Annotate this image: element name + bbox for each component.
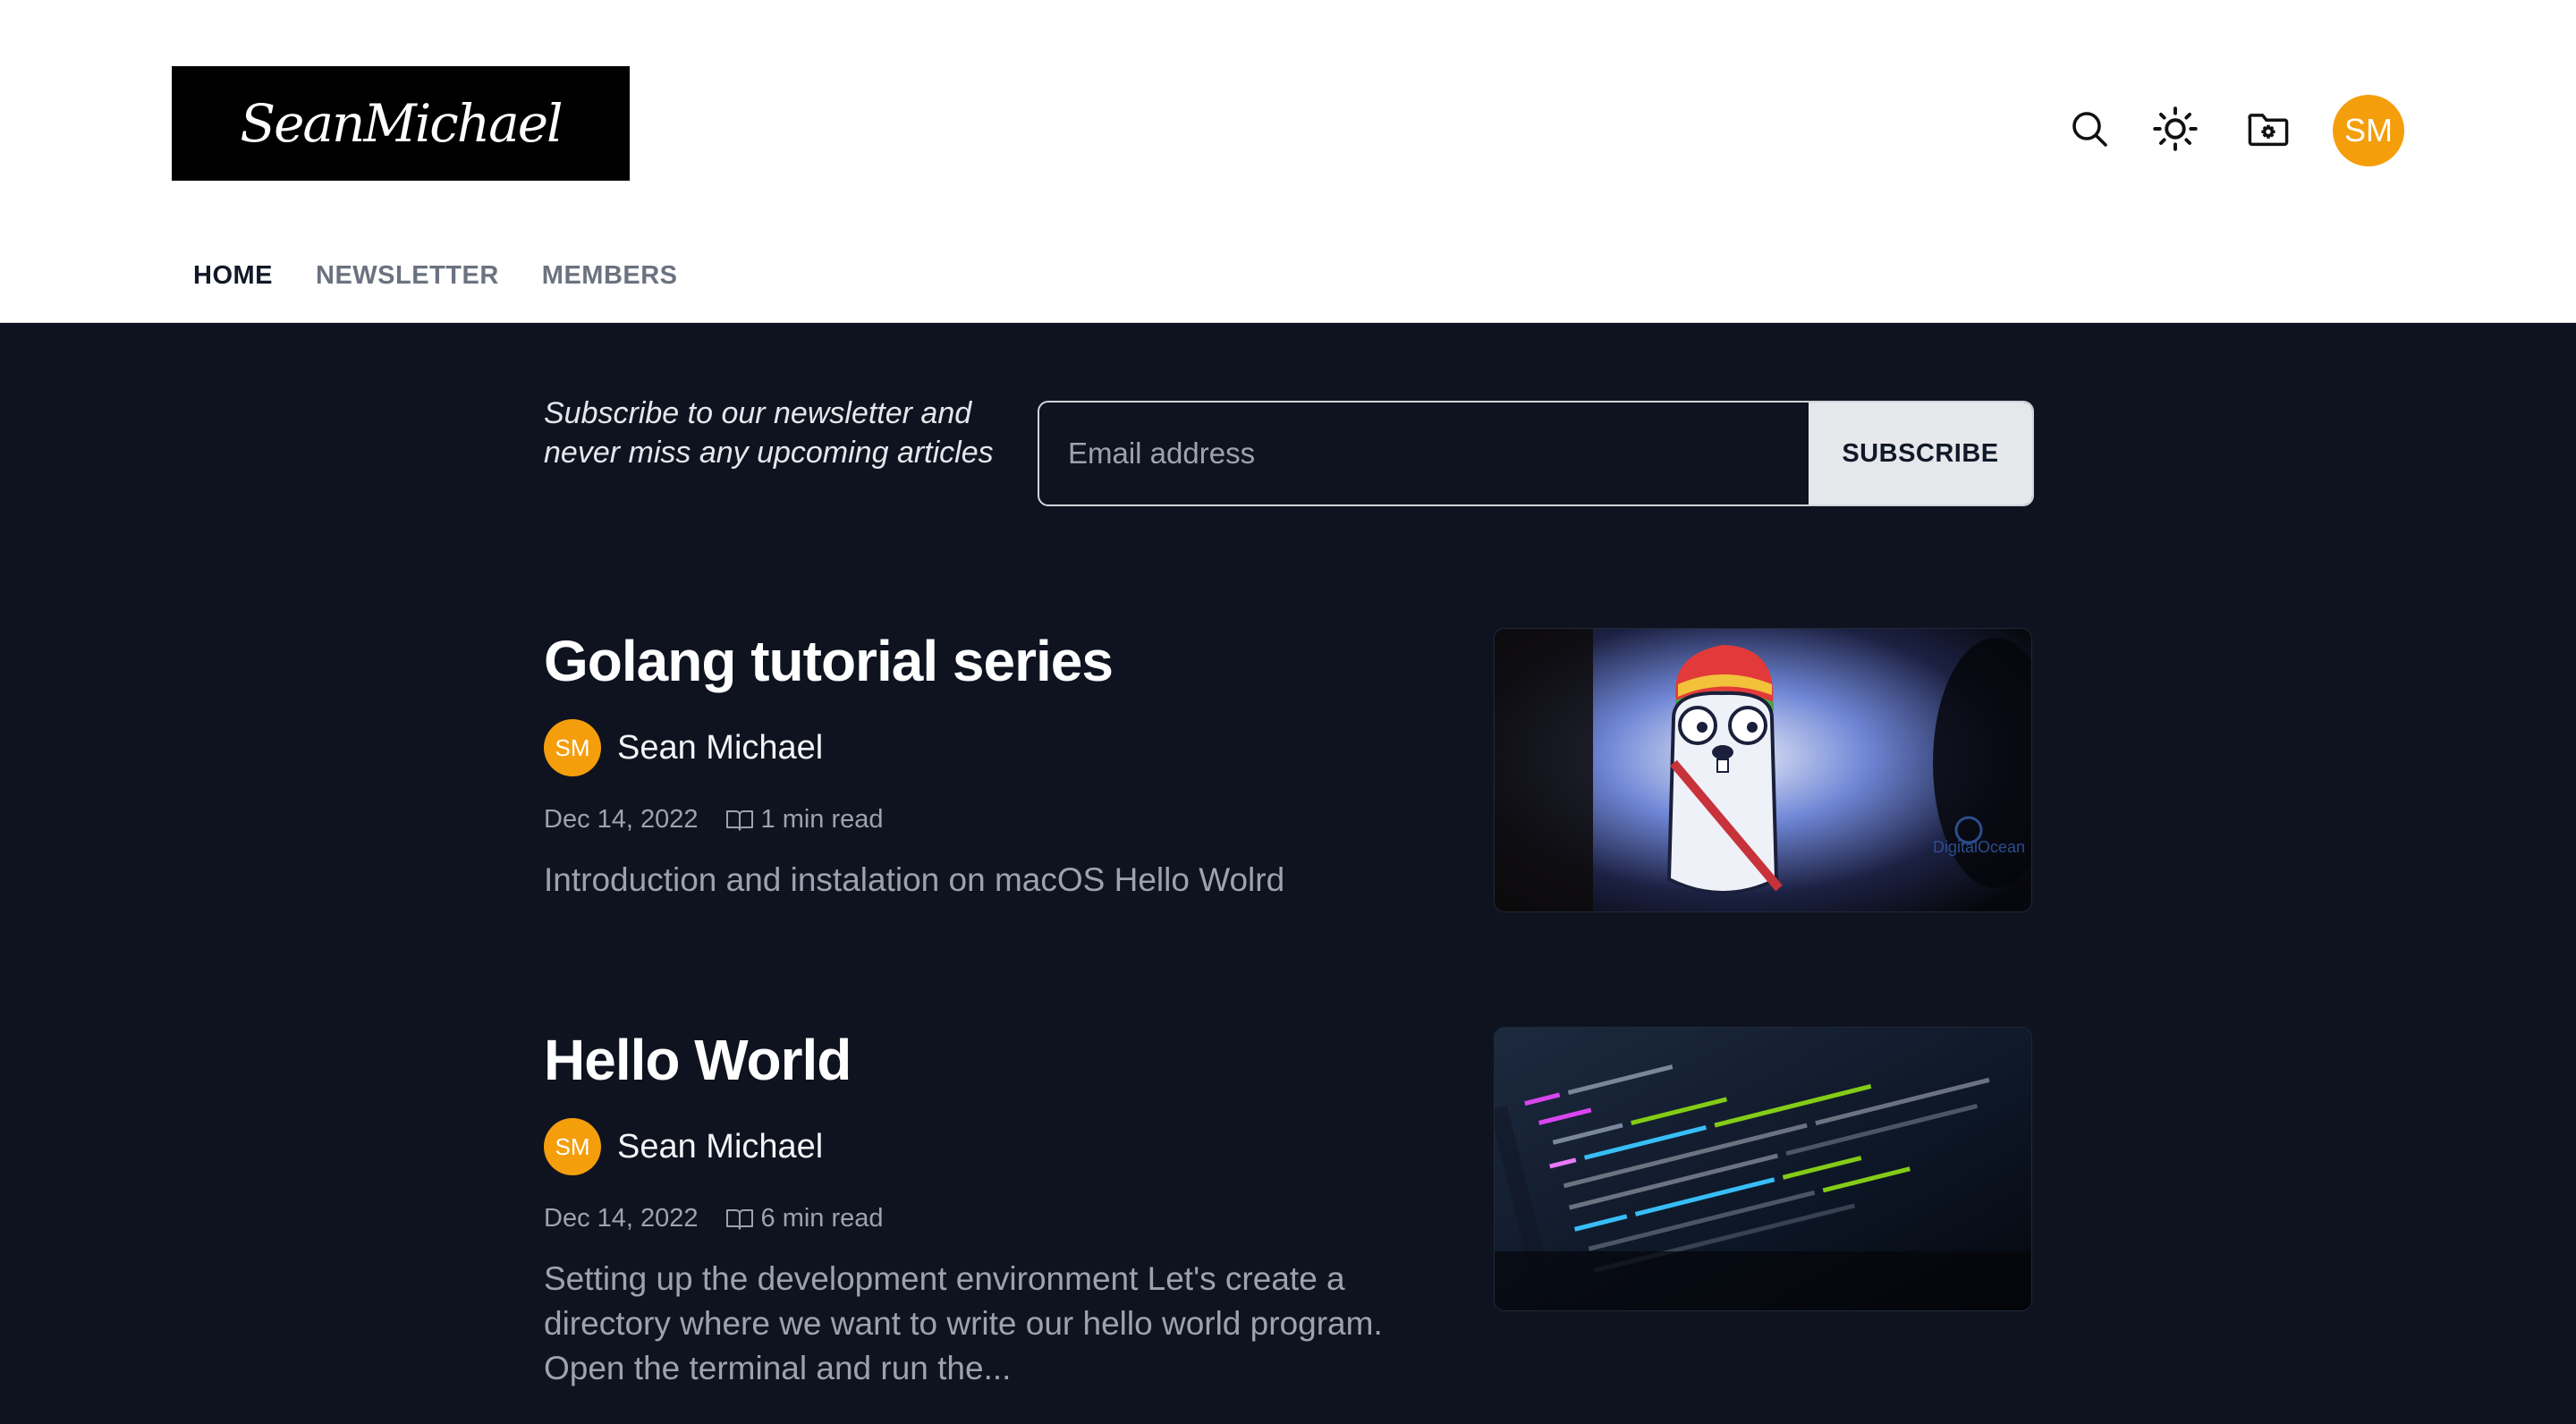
site-logo[interactable]: SeanMichael xyxy=(172,66,630,181)
author-avatar: SM xyxy=(544,719,601,776)
subscribe-text: Subscribe to our newsletter and never mi… xyxy=(544,396,994,470)
post-card[interactable]: Hello World SM Sean Michael Dec 14, 2022… xyxy=(544,1027,2032,1391)
code-screen-image xyxy=(1495,1028,2031,1310)
post-excerpt: Introduction and instalation on macOS He… xyxy=(544,861,1285,898)
author-avatar: SM xyxy=(544,1118,601,1175)
subscribe-form: SUBSCRIBE xyxy=(1038,401,2034,506)
theme-toggle-button[interactable] xyxy=(2143,97,2207,161)
post-thumbnail[interactable]: DigitalOcean xyxy=(1494,628,2032,912)
post-thumbnail[interactable] xyxy=(1494,1027,2032,1311)
author-name: Sean Michael xyxy=(617,1127,824,1165)
read-time-label: 1 min read xyxy=(760,805,884,834)
search-button[interactable] xyxy=(2057,97,2122,161)
read-time: 6 min read xyxy=(725,1204,884,1233)
site-header: SeanMichael SM HOME NEWSLETTER MEMBERS xyxy=(0,0,2576,323)
subscribe-button[interactable]: SUBSCRIBE xyxy=(1809,403,2032,504)
sun-icon xyxy=(2153,106,2198,151)
book-icon xyxy=(725,809,753,831)
folder-gear-icon xyxy=(2248,114,2289,147)
account-settings-button[interactable] xyxy=(2236,97,2301,161)
book-icon xyxy=(725,1208,753,1230)
read-time: 1 min read xyxy=(725,805,884,835)
search-icon xyxy=(2072,112,2107,147)
user-avatar[interactable]: SM xyxy=(2333,95,2404,166)
logo-text: SeanMichael xyxy=(240,93,563,154)
main-nav: HOME NEWSLETTER MEMBERS xyxy=(193,261,678,291)
nav-item-members[interactable]: MEMBERS xyxy=(542,261,678,291)
post-date: Dec 14, 2022 xyxy=(544,1204,699,1233)
post-date: Dec 14, 2022 xyxy=(544,805,699,834)
email-input[interactable] xyxy=(1039,403,1809,504)
nav-item-newsletter[interactable]: NEWSLETTER xyxy=(316,261,499,291)
nav-item-home[interactable]: HOME xyxy=(193,261,273,291)
post-excerpt: Setting up the development environment L… xyxy=(544,1260,1383,1386)
newsletter-subscribe: Subscribe to our newsletter and never mi… xyxy=(544,394,2034,510)
svg-text:DigitalOcean: DigitalOcean xyxy=(1933,838,2025,856)
author-name: Sean Michael xyxy=(617,728,824,767)
post-card[interactable]: Golang tutorial series SM Sean Michael D… xyxy=(544,628,2032,912)
read-time-label: 6 min read xyxy=(760,1204,884,1233)
user-avatar-initials: SM xyxy=(2344,112,2393,148)
gopher-image: DigitalOcean xyxy=(1495,629,2031,911)
